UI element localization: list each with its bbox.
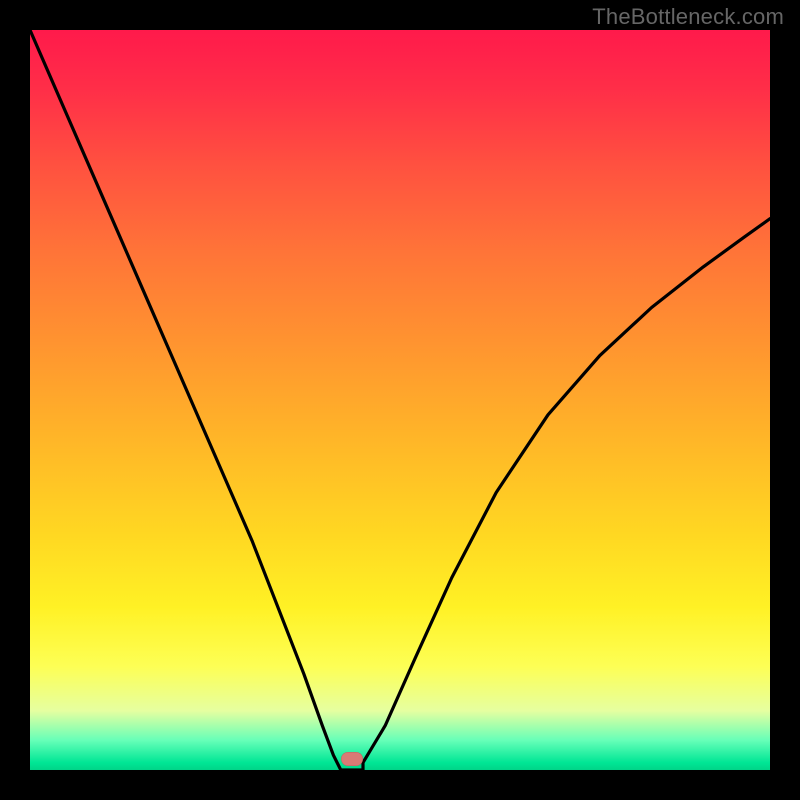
optimal-point-marker [341,752,363,766]
watermark-text: TheBottleneck.com [592,4,784,30]
bottleneck-curve [30,30,770,770]
chart-frame: TheBottleneck.com [0,0,800,800]
curve-layer [30,30,770,770]
plot-area [30,30,770,770]
